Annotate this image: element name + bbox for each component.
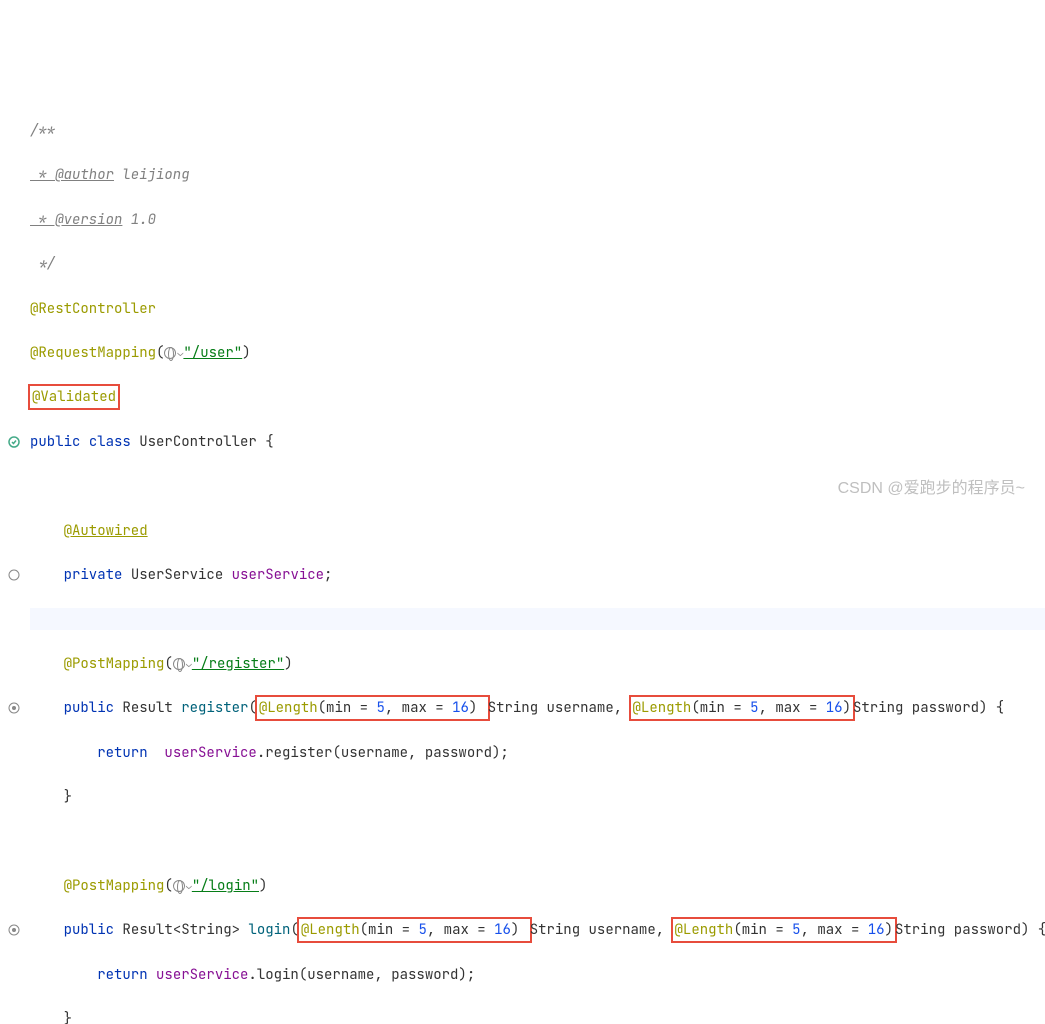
code-editor[interactable]: /** * @author leijiong * @version 1.0 */…: [0, 90, 1045, 1024]
code-line: public Result<String> login(@Length(min …: [30, 919, 1045, 941]
code-line: * @version 1.0: [30, 209, 1045, 231]
field-userservice: userService: [232, 566, 324, 584]
code-line: }: [30, 786, 1045, 808]
globe-icon: [173, 658, 185, 670]
method-register: register: [181, 699, 248, 717]
code-line: [30, 475, 1045, 497]
annotation-postmapping: @PostMapping: [64, 655, 165, 673]
class-name: UserController: [139, 433, 257, 451]
url-path: "/user": [183, 344, 242, 362]
highlight-box-length-2: @Length(min = 5, max = 16): [629, 695, 855, 721]
globe-icon: [164, 347, 176, 359]
annotation-restcontroller: @RestController: [30, 300, 156, 318]
comment-open: /**: [30, 122, 55, 140]
doc-tag-author: * @author: [30, 166, 114, 184]
code-line: [30, 608, 1045, 630]
code-line: }: [30, 1008, 1045, 1024]
code-line: @Validated: [30, 386, 1045, 408]
gutter-icon[interactable]: [6, 700, 22, 722]
method-login: login: [248, 921, 290, 939]
doc-tag-version: * @version: [30, 211, 122, 229]
code-line: return userService.login(username, passw…: [30, 964, 1045, 986]
code-line: return userService.register(username, pa…: [30, 742, 1045, 764]
annotation-postmapping: @PostMapping: [64, 877, 165, 895]
annotation-requestmapping: @RequestMapping: [30, 344, 156, 362]
highlight-box-length-3: @Length(min = 5, max = 16): [297, 917, 532, 943]
url-path: "/login": [192, 877, 259, 895]
code-line: public Result register(@Length(min = 5, …: [30, 697, 1045, 719]
code-line: @RestController: [30, 298, 1045, 320]
highlight-box-length-1: @Length(min = 5, max = 16): [255, 695, 490, 721]
annotation-validated: @Validated: [32, 388, 116, 406]
url-path: "/register": [192, 655, 284, 673]
code-line: @PostMapping(⌄"/register"): [30, 653, 1045, 675]
code-line: * @author leijiong: [30, 164, 1045, 186]
code-line: /**: [30, 120, 1045, 142]
gutter-icon[interactable]: [6, 434, 22, 456]
gutter-icon[interactable]: [6, 567, 22, 589]
code-line: */: [30, 253, 1045, 275]
code-line: @Autowired: [30, 520, 1045, 542]
code-line: [30, 831, 1045, 853]
code-line: private UserService userService;: [30, 564, 1045, 586]
highlight-box-validated: @Validated: [28, 384, 120, 410]
gutter-icon[interactable]: [6, 922, 22, 944]
code-line: @RequestMapping(⌄"/user"): [30, 342, 1045, 364]
code-line: @PostMapping(⌄"/login"): [30, 875, 1045, 897]
annotation-autowired: @Autowired: [64, 522, 148, 540]
highlight-box-length-4: @Length(min = 5, max = 16): [671, 917, 897, 943]
comment-close: */: [30, 255, 55, 273]
globe-icon: [173, 880, 185, 892]
code-line: public class UserController {: [30, 431, 1045, 453]
